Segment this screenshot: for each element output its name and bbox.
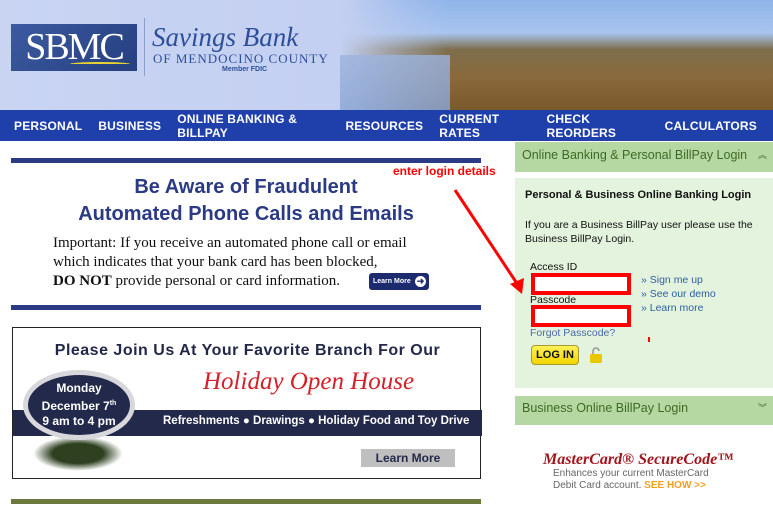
alert-title-line1: Be Aware of Fraudulent: [134, 176, 358, 198]
nav-online-banking[interactable]: ONLINE BANKING & BILLPAY: [177, 112, 329, 140]
learn-more-link[interactable]: » Learn more: [641, 302, 703, 314]
event-date-text: December 7: [41, 399, 110, 413]
mastercard-text: Enhances your current MasterCard: [553, 468, 709, 479]
fraud-alert-title[interactable]: Be Aware of Fraudulent Automated Phone C…: [11, 174, 481, 228]
nav-personal[interactable]: PERSONAL: [14, 119, 82, 133]
nav-current-rates[interactable]: CURRENT RATES: [439, 112, 530, 140]
learn-more-label: Learn More: [373, 278, 411, 285]
banner-title: Please Join Us At Your Favorite Branch F…: [54, 342, 441, 359]
login-title: Personal & Business Online Banking Login: [525, 189, 752, 201]
nav-resources[interactable]: RESOURCES: [345, 119, 423, 133]
sea-image: [340, 55, 450, 110]
sign-me-up-link[interactable]: » Sign me up: [641, 274, 703, 286]
see-how-link[interactable]: SEE HOW >>: [644, 480, 706, 491]
logo-swoosh: [70, 62, 130, 66]
mastercard-text: Debit Card account. SEE HOW >>: [553, 480, 706, 491]
date-oval: Monday December 7th 9 am to 4 pm: [23, 370, 135, 440]
divider-bar: [11, 158, 481, 163]
passcode-input[interactable]: [531, 305, 631, 327]
date-suffix: th: [109, 400, 117, 407]
login-header-label: Online Banking & Personal BillPay Login: [522, 148, 748, 162]
alert-title-line2: Automated Phone Calls and Emails: [78, 203, 414, 225]
pine-wreath-image: [33, 436, 123, 471]
see-our-demo-link[interactable]: » See our demo: [641, 288, 716, 300]
event-hours: 9 am to 4 pm: [42, 414, 116, 428]
alert-body-text: provide personal or card information.: [111, 273, 341, 289]
login-info: If you are a Business BillPay user pleas…: [525, 219, 753, 245]
online-banking-login-header[interactable]: Online Banking & Personal BillPay Login ︽: [515, 142, 773, 172]
divider-bar: [11, 305, 481, 310]
main-nav: PERSONAL BUSINESS ONLINE BANKING & BILLP…: [0, 110, 773, 141]
divider-bar-olive: [11, 499, 481, 504]
annotation-text: enter login details: [393, 164, 496, 178]
bank-name: Savings Bank: [152, 22, 299, 52]
banner-script-title: Holiday Open House: [203, 368, 415, 395]
arrow-right-icon: ➜: [415, 276, 426, 287]
lock-icon: [590, 347, 602, 363]
chevron-up-icon[interactable]: ︽: [758, 142, 767, 168]
logo-divider: [144, 18, 145, 76]
holiday-open-house-banner[interactable]: Please Join Us At Your Favorite Branch F…: [12, 327, 482, 479]
mastercard-securecode-logo[interactable]: MasterCard® SecureCode™: [543, 451, 733, 469]
nav-business[interactable]: BUSINESS: [98, 119, 161, 133]
member-fdic: Member FDIC: [222, 66, 268, 73]
bank-subtitle: OF MENDOCINO COUNTY: [153, 51, 329, 66]
event-day: Monday: [56, 381, 102, 395]
alert-body-line: Important: If you receive an automated p…: [53, 235, 407, 251]
annotation-mark: [648, 337, 650, 342]
login-panel: Personal & Business Online Banking Login…: [515, 178, 773, 388]
business-billpay-login-header[interactable]: Business Online BillPay Login ︾: [515, 396, 773, 425]
forgot-passcode-link[interactable]: Forgot Passcode?: [530, 327, 615, 339]
event-date: December 7th: [28, 396, 130, 414]
chevron-down-icon[interactable]: ︾: [758, 396, 767, 421]
mastercard-text-line2: Debit Card account.: [553, 480, 642, 491]
banner-features: Refreshments ● Drawings ● Holiday Food a…: [163, 415, 470, 427]
nav-check-reorders[interactable]: CHECK REORDERS: [547, 112, 649, 140]
login-button[interactable]: LOG IN: [531, 345, 579, 365]
access-id-input[interactable]: [531, 273, 631, 295]
annotation-arrow-icon: [453, 189, 524, 294]
business-header-label: Business Online BillPay Login: [522, 401, 689, 415]
alert-body-line: which indicates that your bank card has …: [53, 254, 378, 270]
alert-learn-more-button[interactable]: Learn More ➜: [369, 273, 429, 290]
banner-learn-more-button[interactable]: Learn More: [361, 449, 455, 467]
do-not-text: DO NOT: [53, 273, 112, 289]
nav-calculators[interactable]: CALCULATORS: [665, 119, 757, 133]
